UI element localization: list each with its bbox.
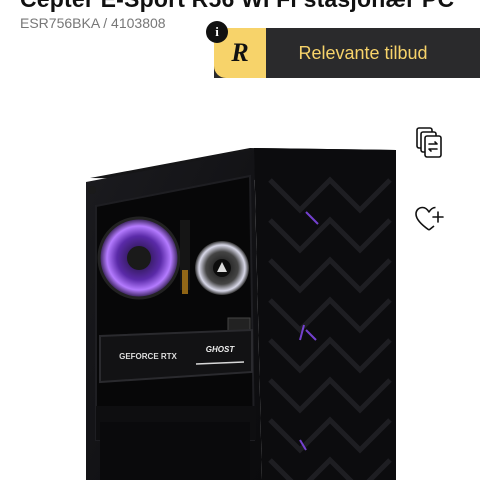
offers-logo-letter: R — [230, 38, 248, 67]
gpu-brand-label: GEFORCE RTX — [119, 352, 177, 361]
graphics-card: GEFORCE RTX GHOST — [99, 328, 253, 384]
rgb-rear-fan — [97, 216, 181, 300]
product-sku: ESR756BKA / 4103808 — [20, 15, 166, 31]
cpu-cooler-fan — [195, 241, 249, 295]
product-title: Cepter E-Sport R56 WI Fi stasjonær PC — [20, 0, 480, 13]
relevant-offers-banner[interactable]: R Relevante tilbud — [214, 28, 480, 78]
info-icon[interactable]: i — [206, 21, 228, 43]
offers-label: Relevante tilbud — [298, 42, 428, 63]
psu-shroud — [96, 406, 256, 480]
product-image[interactable]: GEFORCE RTX GHOST — [0, 110, 480, 480]
gpu-model-label: GHOST — [206, 345, 236, 354]
case-foot — [88, 186, 96, 194]
